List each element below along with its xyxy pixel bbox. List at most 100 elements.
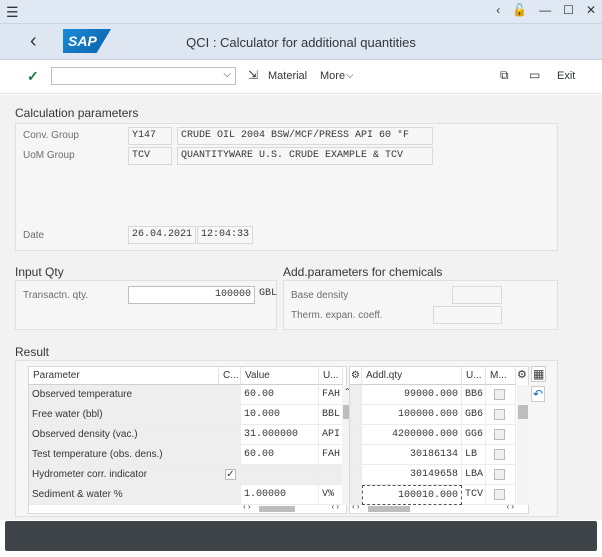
settings-icon[interactable]: ⚙ xyxy=(517,368,527,381)
row-selector[interactable] xyxy=(350,385,362,405)
parameter-cell: Free water (bbl) xyxy=(29,405,241,425)
main-content: Calculation parameters Conv. Group Y147 … xyxy=(0,95,602,520)
uom-group-field[interactable]: TCV xyxy=(128,147,172,165)
minimize-icon[interactable]: — xyxy=(539,3,551,17)
close-icon[interactable]: ✕ xyxy=(586,3,596,17)
maximize-icon[interactable]: ☐ xyxy=(563,3,574,17)
m-cell xyxy=(486,465,516,485)
more-button[interactable]: More xyxy=(320,70,345,82)
addl-qty-grid: ⚙ Addl.qty U... M... 99000.000 BB6 100000.… xyxy=(349,366,529,514)
row-selector[interactable] xyxy=(350,445,362,465)
value-cell[interactable]: 1.00000 xyxy=(241,485,319,505)
parameter-cell: Hydrometer corr. indicator xyxy=(29,465,241,485)
addl-qty-cell: 100000.000 xyxy=(362,405,462,425)
grid-settings-icon[interactable]: ⚙ xyxy=(350,367,362,385)
addl-qty-cell: 99000.000 xyxy=(362,385,462,405)
value-cell[interactable]: 60.00 xyxy=(241,445,319,465)
row-selector[interactable] xyxy=(350,465,362,485)
qty-unit: GBL xyxy=(259,288,278,299)
conv-group-field[interactable]: Y147 xyxy=(128,127,172,145)
parameter-grid: Parameter C... Value U... Observed tempe… xyxy=(28,366,354,514)
addl-qty-cell: 30186134 xyxy=(362,445,462,465)
unit-cell: FAH xyxy=(319,445,343,465)
addl-qty-cell: 100010.000 xyxy=(362,485,462,505)
row-selector[interactable] xyxy=(350,405,362,425)
date-label: Date xyxy=(23,230,45,241)
column-header-m[interactable]: M... xyxy=(486,367,516,385)
window-icon[interactable]: ▭ xyxy=(529,68,540,82)
parameter-cell: Observed density (vac.) xyxy=(29,425,241,445)
exit-button[interactable]: Exit xyxy=(557,70,575,82)
column-header-addl-qty[interactable]: Addl.qty xyxy=(362,367,462,385)
value-cell[interactable]: 10.000 xyxy=(241,405,319,425)
new-window-icon[interactable]: ⧉ xyxy=(500,68,509,83)
horizontal-scrollbar[interactable]: ‹ › ‹ › xyxy=(350,502,516,514)
addl-qty-cell: 4200000.000 xyxy=(362,425,462,445)
chem-section-title: Add.parameters for chemicals xyxy=(283,265,443,279)
m-checkbox[interactable] xyxy=(494,449,505,460)
m-checkbox[interactable] xyxy=(494,429,505,440)
calc-section-title: Calculation parameters xyxy=(15,106,139,120)
menu-icon[interactable]: ☰ xyxy=(6,4,19,21)
result-panel: Parameter C... Value U... Observed tempe… xyxy=(15,360,558,517)
conv-group-label: Conv. Group xyxy=(23,130,79,141)
calc-panel: Conv. Group Y147 CRUDE OIL 2004 BSW/MCF/… xyxy=(15,123,558,251)
qty-input[interactable]: 100000 xyxy=(128,286,255,304)
result-section-title: Result xyxy=(15,345,50,359)
column-header-unit[interactable]: U... xyxy=(319,367,343,385)
lock-icon[interactable]: 🔓 xyxy=(512,3,527,17)
uom-group-label: UoM Group xyxy=(23,150,75,161)
m-cell xyxy=(486,405,516,425)
undo-icon[interactable]: ↶ xyxy=(531,386,546,402)
conv-group-desc: CRUDE OIL 2004 BSW/MCF/PRESS API 60 °F xyxy=(177,127,433,145)
vertical-scrollbar[interactable] xyxy=(517,385,529,505)
m-checkbox[interactable] xyxy=(494,409,505,420)
m-cell xyxy=(486,385,516,405)
unit-cell: BBL xyxy=(319,405,343,425)
value-cell[interactable]: 60.00 xyxy=(241,385,319,405)
back-nav-icon[interactable]: ‹ xyxy=(496,3,500,17)
time-field[interactable]: 12:04:33 xyxy=(197,226,253,244)
m-checkbox[interactable] xyxy=(494,469,505,480)
addl-unit-cell: GG6 xyxy=(462,425,486,445)
status-bar xyxy=(5,521,597,551)
addl-unit-cell: LBA xyxy=(462,465,486,485)
chevron-down-icon[interactable]: ⌵ xyxy=(223,69,231,80)
value-cell[interactable]: 31.000000 xyxy=(241,425,319,445)
toolbar: ✓ ⌵ ⇲ Material More ⌵ ⧉ ▭ Exit xyxy=(0,60,602,94)
column-header-addl-unit[interactable]: U... xyxy=(462,367,486,385)
base-density-field xyxy=(452,286,502,304)
date-field[interactable]: 26.04.2021 xyxy=(128,226,196,244)
m-cell xyxy=(486,445,516,465)
addl-qty-cell: 30149658 xyxy=(362,465,462,485)
checkmark-icon[interactable]: ✓ xyxy=(27,68,39,85)
input-section-title: Input Qty xyxy=(15,265,64,279)
base-density-label: Base density xyxy=(291,290,349,301)
value-cell[interactable] xyxy=(241,465,319,485)
therm-coeff-field xyxy=(433,306,502,324)
therm-coeff-label: Therm. expan. coeff. xyxy=(291,310,383,321)
m-checkbox[interactable] xyxy=(494,389,505,400)
chevron-down-icon: ⌵ xyxy=(346,70,354,81)
row-selector[interactable] xyxy=(350,425,362,445)
column-header-value[interactable]: Value xyxy=(241,367,319,385)
input-panel: Transactn. qty. 100000 GBL xyxy=(15,280,277,330)
addl-unit-cell: TCV xyxy=(462,485,486,505)
calculator-icon[interactable]: ▦ xyxy=(531,366,547,382)
material-icon: ⇲ xyxy=(248,68,259,82)
unit-cell: FAH xyxy=(319,385,343,405)
unit-cell xyxy=(319,465,343,485)
column-header-check[interactable]: C... xyxy=(219,367,241,385)
material-button[interactable]: Material xyxy=(268,70,307,82)
app-header: ‹ SAP QCI : Calculator for additional qu… xyxy=(0,24,602,60)
command-field[interactable]: ⌵ xyxy=(51,67,236,85)
column-header-parameter[interactable]: Parameter xyxy=(29,367,219,385)
page-title: QCI : Calculator for additional quantiti… xyxy=(186,35,416,50)
hydrometer-checkbox[interactable]: ✓ xyxy=(225,469,236,480)
parameter-cell: Sediment & water % xyxy=(29,485,241,505)
horizontal-scrollbar[interactable]: ‹ › ‹ › xyxy=(241,502,341,514)
parameter-cell: Test temperature (obs. dens.) xyxy=(29,445,241,465)
chem-panel: Base density Therm. expan. coeff. xyxy=(283,280,558,330)
m-checkbox[interactable] xyxy=(494,489,505,500)
addl-unit-cell: GB6 xyxy=(462,405,486,425)
